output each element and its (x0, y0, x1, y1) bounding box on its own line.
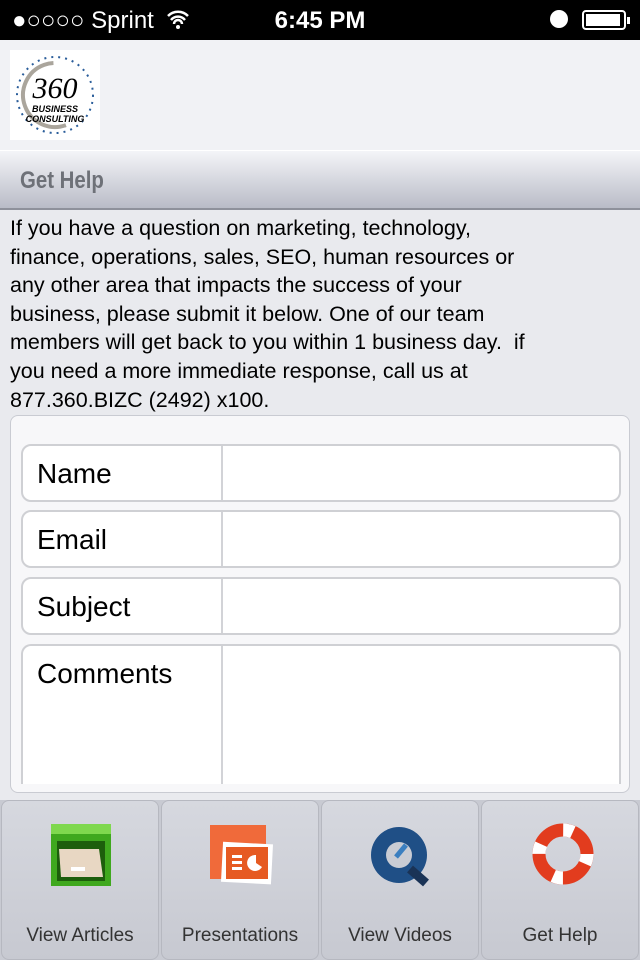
tab-presentations[interactable]: Presentations (161, 800, 319, 960)
email-label: Email (37, 524, 108, 555)
tab-label: View Articles (26, 925, 134, 946)
bottom-tab-bar: View Articles Presentations View Videos … (0, 800, 640, 960)
app-header: 360 BUSINESS CONSULTING (0, 40, 640, 150)
comments-textarea[interactable] (223, 646, 619, 784)
help-description: If you have a question on marketing, tec… (10, 214, 635, 414)
svg-text:CONSULTING: CONSULTING (26, 114, 85, 124)
tab-label: Get Help (522, 925, 598, 946)
powerpoint-icon (210, 825, 274, 885)
alarm-icon (550, 10, 568, 28)
tab-view-videos[interactable]: View Videos (321, 800, 479, 960)
email-input[interactable] (223, 512, 619, 566)
status-bar: ●○○○○ Sprint 6:45 PM (0, 0, 640, 40)
description-line: 877.360.BIZC (2492) x100. (10, 387, 270, 412)
page-title: Get Help (20, 167, 104, 194)
name-field[interactable]: Name (21, 444, 621, 502)
tab-view-articles[interactable]: View Articles (1, 800, 159, 960)
tab-label: View Videos (348, 925, 452, 946)
page-title-bar: Get Help (0, 150, 640, 210)
clock: 6:45 PM (274, 7, 366, 34)
help-form: Name Email Subject Comments (10, 415, 630, 793)
comments-label: Comments (37, 658, 173, 689)
quicktime-icon (371, 827, 429, 887)
description-line: you need a more immediate response, call… (10, 358, 468, 383)
comments-field[interactable]: Comments (21, 644, 621, 784)
lifebuoy-icon (532, 823, 594, 885)
name-label: Name (37, 458, 112, 489)
email-field[interactable]: Email (21, 510, 621, 568)
tab-get-help[interactable]: Get Help (481, 800, 639, 960)
battery-icon (582, 10, 630, 30)
file-drawer-icon (51, 824, 111, 886)
svg-text:BUSINESS: BUSINESS (32, 104, 78, 114)
subject-input[interactable] (223, 579, 619, 633)
description-line: business, please submit it below. One of… (10, 301, 485, 326)
svg-text:360: 360 (32, 72, 78, 105)
description-line: members will get back to you within 1 bu… (10, 330, 525, 355)
subject-field[interactable]: Subject (21, 577, 621, 635)
name-input[interactable] (223, 446, 619, 500)
description-line: If you have a question on marketing, tec… (10, 216, 471, 240)
tab-label: Presentations (181, 925, 299, 946)
company-logo: 360 BUSINESS CONSULTING (10, 50, 100, 140)
subject-label: Subject (37, 591, 131, 622)
description-line: any other area that impacts the success … (10, 273, 462, 298)
description-line: finance, operations, sales, SEO, human r… (10, 244, 515, 269)
